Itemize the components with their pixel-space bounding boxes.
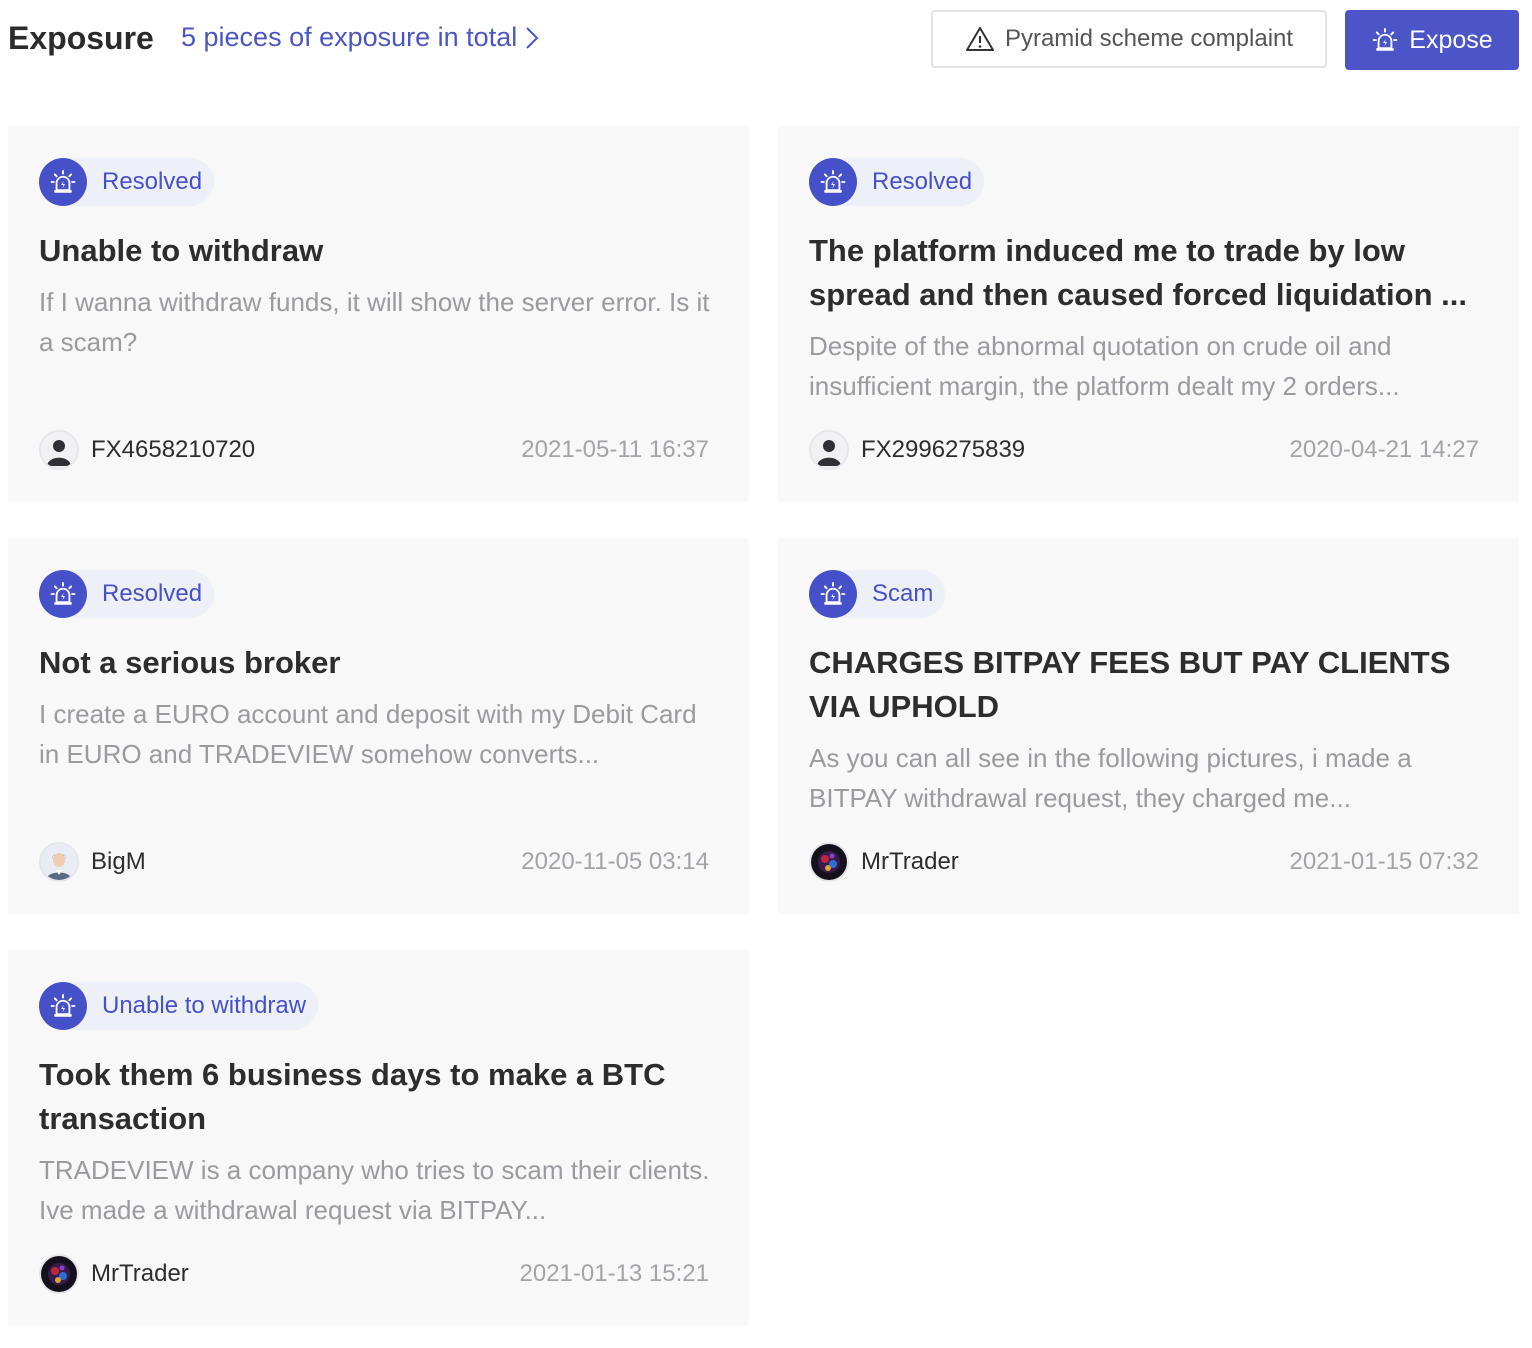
page-title: Exposure — [8, 20, 154, 56]
author-name: FX4658210720 — [91, 436, 256, 463]
avatar — [39, 430, 79, 470]
warning-icon — [965, 27, 994, 51]
alarm-icon — [1371, 26, 1399, 54]
total-exposure-label: 5 pieces of exposure in total — [181, 22, 518, 52]
exposure-card[interactable]: Unable to withdraw Took them 6 business … — [8, 950, 749, 1326]
card-title: The platform induced me to trade by low … — [809, 233, 1467, 312]
status-badge: Resolved — [809, 157, 985, 207]
pyramid-complaint-button[interactable]: Pyramid scheme complaint — [931, 10, 1327, 68]
exposure-card[interactable]: Resolved The platform induced me to trad… — [778, 126, 1519, 502]
avatar — [39, 842, 79, 882]
card-date: 2021-01-15 07:32 — [1289, 848, 1480, 875]
card-title: Not a serious broker — [39, 645, 341, 680]
card-description: As you can all see in the following pict… — [809, 743, 1412, 813]
author-name: MrTrader — [91, 1260, 189, 1287]
status-badge-label: Unable to withdraw — [65, 982, 319, 1030]
exposure-card[interactable]: Scam CHARGES BITPAY FEES BUT PAY CLIENTS… — [778, 538, 1519, 914]
card-date: 2020-11-05 03:14 — [521, 848, 709, 875]
author-name: MrTrader — [861, 848, 959, 875]
avatar — [809, 430, 849, 470]
exposure-card[interactable]: Resolved Not a serious broker I create a… — [8, 538, 749, 914]
status-badge: Unable to withdraw — [39, 981, 319, 1031]
status-badge: Resolved — [39, 157, 215, 207]
status-badge-label: Resolved — [65, 570, 215, 618]
card-date: 2020-04-21 14:27 — [1289, 436, 1480, 463]
author-name: FX2996275839 — [861, 436, 1026, 463]
total-exposure-link[interactable]: 5 pieces of exposure in total — [181, 22, 539, 53]
card-description: TRADEVIEW is a company who tries to scam… — [39, 1155, 710, 1225]
status-badge: Scam — [809, 569, 946, 619]
author-name: BigM — [91, 848, 146, 875]
alarm-icon — [39, 982, 87, 1030]
status-badge-label: Resolved — [65, 158, 215, 206]
card-date: 2021-05-11 16:37 — [521, 436, 709, 463]
card-author: FX4658210720 — [39, 430, 255, 470]
exposure-card[interactable]: Resolved Unable to withdraw If I wanna w… — [8, 126, 749, 502]
card-author: BigM — [39, 842, 146, 882]
status-badge-label: Resolved — [835, 158, 985, 206]
card-author: FX2996275839 — [809, 430, 1025, 470]
card-title: CHARGES BITPAY FEES BUT PAY CLIENTS VIA … — [809, 645, 1451, 724]
status-badge: Resolved — [39, 569, 215, 619]
card-author: MrTrader — [39, 1254, 189, 1294]
page-header: Exposure 5 pieces of exposure in total P… — [0, 0, 1532, 84]
card-description: I create a EURO account and deposit with… — [39, 699, 697, 769]
chevron-right-icon — [526, 26, 539, 49]
alarm-icon — [39, 158, 87, 206]
alarm-icon — [809, 158, 857, 206]
avatar — [809, 842, 849, 882]
avatar — [39, 1254, 79, 1294]
card-title: Took them 6 business days to make a BTC … — [39, 1057, 666, 1136]
pyramid-complaint-label: Pyramid scheme complaint — [1004, 25, 1294, 52]
alarm-icon — [39, 570, 87, 618]
card-description: Despite of the abnormal quotation on cru… — [809, 331, 1400, 401]
alarm-icon — [809, 570, 857, 618]
expose-label: Expose — [1409, 25, 1493, 54]
expose-button[interactable]: Expose — [1345, 10, 1519, 70]
card-date: 2021-01-13 15:21 — [519, 1260, 710, 1287]
card-description: If I wanna withdraw funds, it will show … — [39, 287, 710, 357]
card-author: MrTrader — [809, 842, 959, 882]
card-title: Unable to withdraw — [39, 233, 324, 268]
